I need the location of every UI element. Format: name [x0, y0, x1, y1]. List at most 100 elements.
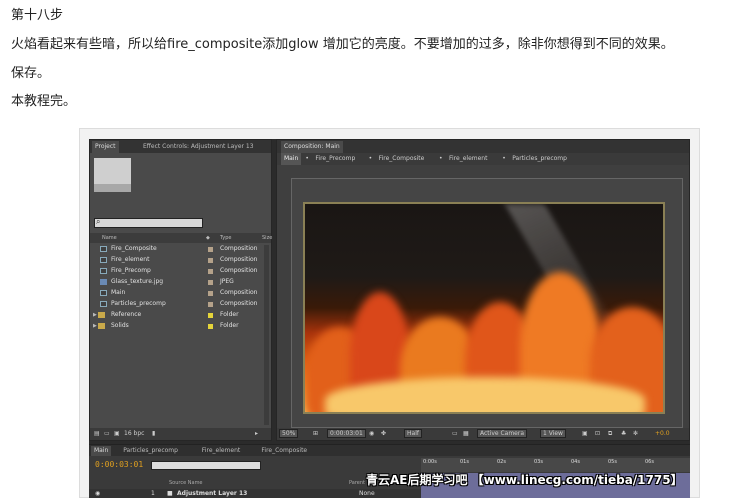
- fast-preview-icon[interactable]: ♣: [621, 428, 626, 440]
- after-effects-screenshot: Project Effect Controls: Adjustment Laye…: [89, 139, 690, 498]
- project-item[interactable]: Fire_element Composition: [90, 255, 271, 265]
- scroll-right-icon[interactable]: ▸: [255, 428, 258, 440]
- tab-effect-controls[interactable]: Effect Controls: Adjustment Layer 13: [140, 141, 257, 153]
- project-search-input[interactable]: ⌕: [94, 217, 203, 228]
- project-item[interactable]: Glass_texture.jpg JPEG: [90, 277, 271, 287]
- ruler-tick: 06s: [645, 459, 654, 465]
- project-thumbnail: [94, 158, 131, 192]
- timeline-tab[interactable]: Particles_precomp: [120, 446, 181, 456]
- project-item[interactable]: Main Composition: [90, 288, 271, 298]
- label-swatch[interactable]: [208, 302, 213, 307]
- timeline-search-input[interactable]: [151, 461, 261, 470]
- project-item-type: Folder: [220, 322, 239, 329]
- col-name[interactable]: Name: [102, 233, 117, 243]
- ruler-tick: 03s: [534, 459, 543, 465]
- expand-icon[interactable]: ▶: [93, 310, 97, 320]
- grid-icon[interactable]: ⊞: [313, 428, 318, 440]
- project-footer: ▤ ▭ ▣ 16 bpc ▮ ▸: [90, 428, 271, 440]
- comp-icon: [100, 246, 107, 252]
- parent-select[interactable]: None: [359, 489, 375, 498]
- project-item-name: Particles_precomp: [111, 300, 166, 307]
- label-swatch[interactable]: [208, 291, 213, 296]
- timeline-layer-row[interactable]: ◉ 1 ■ Adjustment Layer 13 None: [89, 489, 421, 498]
- fire-canvas[interactable]: [303, 202, 665, 414]
- zoom-select[interactable]: 50%: [279, 429, 299, 438]
- breadcrumb-item[interactable]: Main: [281, 153, 302, 165]
- exposure-value[interactable]: +0.0: [655, 428, 670, 440]
- label-swatch[interactable]: [208, 324, 213, 329]
- timeline-tab[interactable]: Main: [91, 446, 112, 456]
- breadcrumb-item[interactable]: Fire_element: [449, 153, 487, 165]
- project-item[interactable]: Particles_precomp Composition: [90, 299, 271, 309]
- project-item[interactable]: ▶ Solids Folder: [90, 321, 271, 331]
- timeline-tab[interactable]: Fire_Composite: [258, 446, 310, 456]
- project-item-type: JPEG: [220, 278, 234, 285]
- project-item[interactable]: ▶ Reference Folder: [90, 310, 271, 320]
- timeline-icon[interactable]: ⧉: [608, 428, 612, 440]
- breadcrumb-item[interactable]: Particles_precomp: [512, 153, 567, 165]
- breadcrumb-separator: •: [305, 155, 309, 162]
- comp-timecode[interactable]: 0:00:03:01: [327, 429, 366, 438]
- layer-name[interactable]: Adjustment Layer 13: [177, 489, 247, 498]
- col-type[interactable]: Type: [220, 233, 231, 243]
- visibility-icon[interactable]: ◉: [95, 489, 100, 498]
- tab-project[interactable]: Project: [92, 141, 119, 153]
- snapshot-icon[interactable]: ◉: [369, 428, 374, 440]
- timeline-timecode[interactable]: 0:00:03:01: [95, 460, 143, 469]
- comp-tabs: Composition: Main: [277, 140, 689, 153]
- breadcrumb-separator: •: [368, 155, 373, 162]
- label-icon: ◆: [206, 235, 210, 241]
- project-column-header: Name ◆ Type Size: [90, 233, 272, 243]
- project-item-name: Fire_Precomp: [111, 267, 151, 274]
- time-ruler[interactable]: 0:00s 01s 02s 03s 04s 05s 06s: [421, 458, 690, 472]
- col-parent[interactable]: Parent: [349, 479, 365, 488]
- interpret-icon[interactable]: ▤: [94, 428, 100, 440]
- label-swatch[interactable]: [208, 313, 213, 318]
- project-item-name: Fire_element: [111, 256, 150, 263]
- channel-icon[interactable]: ✤: [381, 428, 386, 440]
- label-swatch[interactable]: [208, 280, 213, 285]
- transparency-icon[interactable]: ▦: [463, 428, 469, 440]
- flowchart-icon[interactable]: ⊡: [595, 428, 600, 440]
- render-icon[interactable]: ▣: [582, 428, 588, 440]
- project-panel: Project Effect Controls: Adjustment Laye…: [89, 139, 272, 441]
- bpc-label[interactable]: 16 bpc: [124, 428, 144, 440]
- comp-icon: [100, 290, 107, 296]
- view-select[interactable]: 1 View: [540, 429, 566, 438]
- col-size[interactable]: Size: [262, 233, 272, 243]
- save-text: 保存。: [11, 66, 51, 81]
- timeline-tab[interactable]: Fire_element: [199, 446, 243, 456]
- breadcrumb-item[interactable]: Fire_Precomp: [315, 153, 355, 165]
- label-swatch[interactable]: [208, 258, 213, 263]
- end-text: 本教程完。: [11, 94, 77, 109]
- col-source-name[interactable]: Source Name: [169, 479, 203, 488]
- comp-icon: [100, 268, 107, 274]
- project-item-name: Fire_Composite: [111, 245, 157, 252]
- breadcrumb-item[interactable]: Fire_Composite: [379, 153, 425, 165]
- ruler-tick: 05s: [608, 459, 617, 465]
- project-item-type: Folder: [220, 311, 239, 318]
- reset-exposure-icon[interactable]: ✻: [633, 428, 638, 440]
- ruler-tick: 0:00s: [423, 459, 437, 465]
- roi-icon[interactable]: ▭: [452, 428, 458, 440]
- breadcrumb-separator: •: [502, 155, 506, 162]
- folder-icon[interactable]: ▭: [104, 428, 110, 440]
- expand-icon[interactable]: ▶: [93, 321, 97, 331]
- project-item[interactable]: Fire_Precomp Composition: [90, 266, 271, 276]
- resolution-select[interactable]: Half: [404, 429, 422, 438]
- comp-icon: [100, 301, 107, 307]
- label-swatch[interactable]: [208, 269, 213, 274]
- instruction-text: 火焰看起来有些暗，所以给fire_composite添加glow 增加它的亮度。…: [11, 37, 674, 52]
- project-scrollbar[interactable]: [264, 245, 269, 425]
- label-swatch[interactable]: [208, 247, 213, 252]
- project-item[interactable]: Fire_Composite Composition: [90, 244, 271, 254]
- search-icon: ⌕: [96, 217, 101, 226]
- trash-icon[interactable]: ▮: [152, 428, 155, 440]
- project-item-type: Composition: [220, 267, 258, 274]
- project-item-type: Composition: [220, 289, 258, 296]
- tab-composition-main[interactable]: Composition: Main: [281, 141, 343, 153]
- camera-select[interactable]: Active Camera: [477, 429, 528, 438]
- comp-icon[interactable]: ▣: [114, 428, 120, 440]
- layer-color-icon: ■: [167, 490, 173, 497]
- watermark: 青云AE后期学习吧 【www.linecg.com/tieba/1775】: [366, 473, 683, 487]
